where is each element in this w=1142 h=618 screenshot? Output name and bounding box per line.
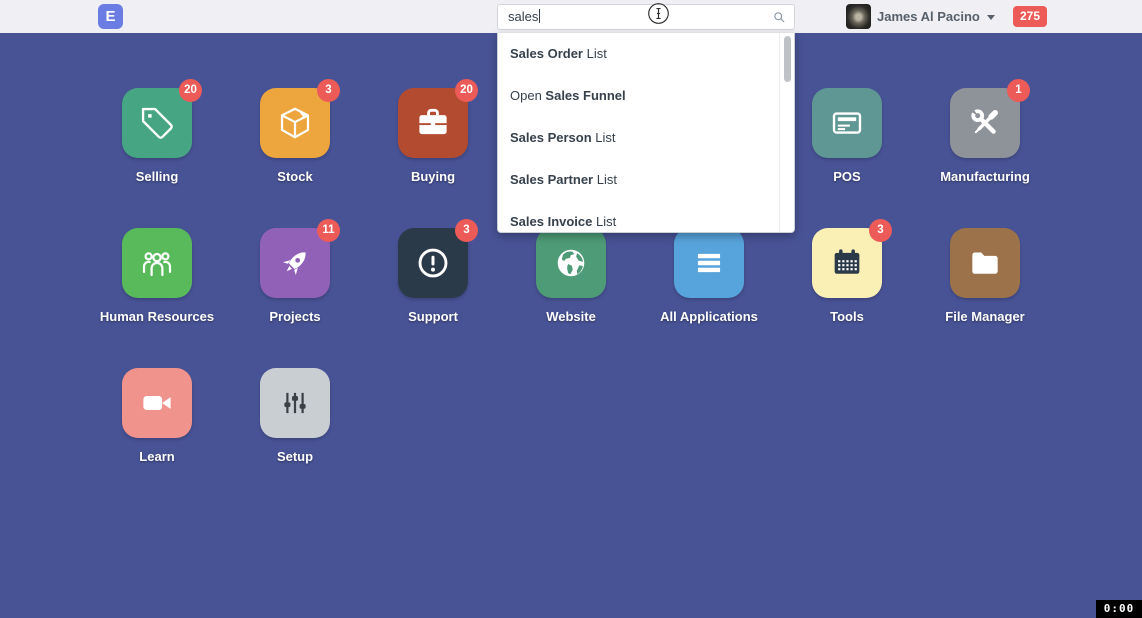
app-tile-website[interactable]: Website [502, 228, 640, 368]
app-label: All Applications [660, 309, 758, 324]
tag-icon [138, 104, 176, 142]
box-icon [276, 104, 314, 142]
app-tile-all-applications[interactable]: All Applications [640, 228, 778, 368]
tile-bg[interactable] [536, 228, 606, 298]
unread-count-badge: 1 [1007, 79, 1030, 102]
app-label: Manufacturing [940, 169, 1030, 184]
briefcase-icon [414, 104, 452, 142]
globe-icon [552, 244, 590, 282]
calendar-icon [828, 244, 866, 282]
app-label: POS [833, 169, 860, 184]
app-tile-selling[interactable]: 20 Selling [88, 88, 226, 228]
search-input[interactable]: sales [497, 4, 795, 30]
app-tile-pos[interactable]: POS [778, 88, 916, 228]
app-label: Buying [411, 169, 455, 184]
wrench-screwdriver-icon [966, 104, 1004, 142]
search-result-open-sales-funnel[interactable]: Open Sales Funnel [498, 75, 794, 117]
search-text: sales [508, 9, 538, 24]
tile-bg[interactable] [122, 368, 192, 438]
rocket-icon [276, 244, 314, 282]
notification-badge[interactable]: 275 [1013, 6, 1047, 27]
tile-bg[interactable] [122, 228, 192, 298]
tile-bg[interactable] [674, 228, 744, 298]
tile-bg[interactable]: 3 [398, 228, 468, 298]
app-tile-tools[interactable]: 3 Tools [778, 228, 916, 368]
user-avatar[interactable] [846, 4, 871, 29]
app-tile-projects[interactable]: 11 Projects [226, 228, 364, 368]
navbar: E sales James Al Pacino 275 [0, 0, 1142, 33]
app-tile-support[interactable]: 3 Support [364, 228, 502, 368]
app-label: Tools [830, 309, 864, 324]
app-tile-file-manager[interactable]: File Manager [916, 228, 1054, 368]
folder-icon [966, 244, 1004, 282]
app-label: Stock [277, 169, 312, 184]
app-label: Setup [277, 449, 313, 464]
tile-bg[interactable]: 1 [950, 88, 1020, 158]
unread-count-badge: 3 [317, 79, 340, 102]
video-camera-icon [138, 384, 176, 422]
unread-count-badge: 11 [317, 219, 340, 242]
app-logo[interactable]: E [98, 4, 123, 29]
tile-bg[interactable]: 20 [398, 88, 468, 158]
text-caret [539, 9, 540, 23]
search-icon[interactable] [771, 9, 788, 26]
app-label: Support [408, 309, 458, 324]
search-result-sales-invoice-list[interactable]: Sales Invoice List [498, 201, 794, 233]
app-tile-setup[interactable]: Setup [226, 368, 364, 508]
menu-icon [690, 244, 728, 282]
app-label: Learn [139, 449, 174, 464]
unread-count-badge: 20 [455, 79, 478, 102]
pos-terminal-icon [828, 104, 866, 142]
app-label: Selling [136, 169, 179, 184]
app-label: Human Resources [100, 309, 214, 324]
tile-bg[interactable] [260, 368, 330, 438]
scrollbar-track-line [779, 33, 780, 232]
app-tile-stock[interactable]: 3 Stock [226, 88, 364, 228]
tile-bg[interactable]: 3 [260, 88, 330, 158]
sliders-icon [276, 384, 314, 422]
search-result-sales-person-list[interactable]: Sales Person List [498, 117, 794, 159]
user-name: James Al Pacino [877, 9, 980, 24]
chevron-down-icon [987, 15, 995, 20]
search-result-sales-order-list[interactable]: Sales Order List [498, 33, 794, 75]
app-label: File Manager [945, 309, 1024, 324]
tile-bg[interactable]: 3 [812, 228, 882, 298]
unread-count-badge: 3 [869, 219, 892, 242]
app-tile-manufacturing[interactable]: 1 Manufacturing [916, 88, 1054, 228]
people-icon [138, 244, 176, 282]
app-tile-learn[interactable]: Learn [88, 368, 226, 508]
app-tile-buying[interactable]: 20 Buying [364, 88, 502, 228]
recording-timer: 0:00 [1096, 600, 1142, 618]
tile-bg[interactable] [812, 88, 882, 158]
tile-bg[interactable] [950, 228, 1020, 298]
ibeam-cursor-icon [647, 2, 670, 25]
unread-count-badge: 20 [179, 79, 202, 102]
app-label: Website [546, 309, 596, 324]
user-menu[interactable]: James Al Pacino [877, 0, 995, 33]
tile-bg[interactable]: 20 [122, 88, 192, 158]
unread-count-badge: 3 [455, 219, 478, 242]
tile-bg[interactable]: 11 [260, 228, 330, 298]
app-label: Projects [269, 309, 320, 324]
dropdown-scrollbar[interactable] [784, 36, 791, 82]
app-tile-human-resources[interactable]: Human Resources [88, 228, 226, 368]
exclamation-circle-icon [414, 244, 452, 282]
search-results-dropdown: Sales Order List Open Sales Funnel Sales… [497, 33, 795, 233]
desk-page: E sales James Al Pacino 275 Sales Order … [0, 0, 1142, 618]
search-result-sales-partner-list[interactable]: Sales Partner List [498, 159, 794, 201]
